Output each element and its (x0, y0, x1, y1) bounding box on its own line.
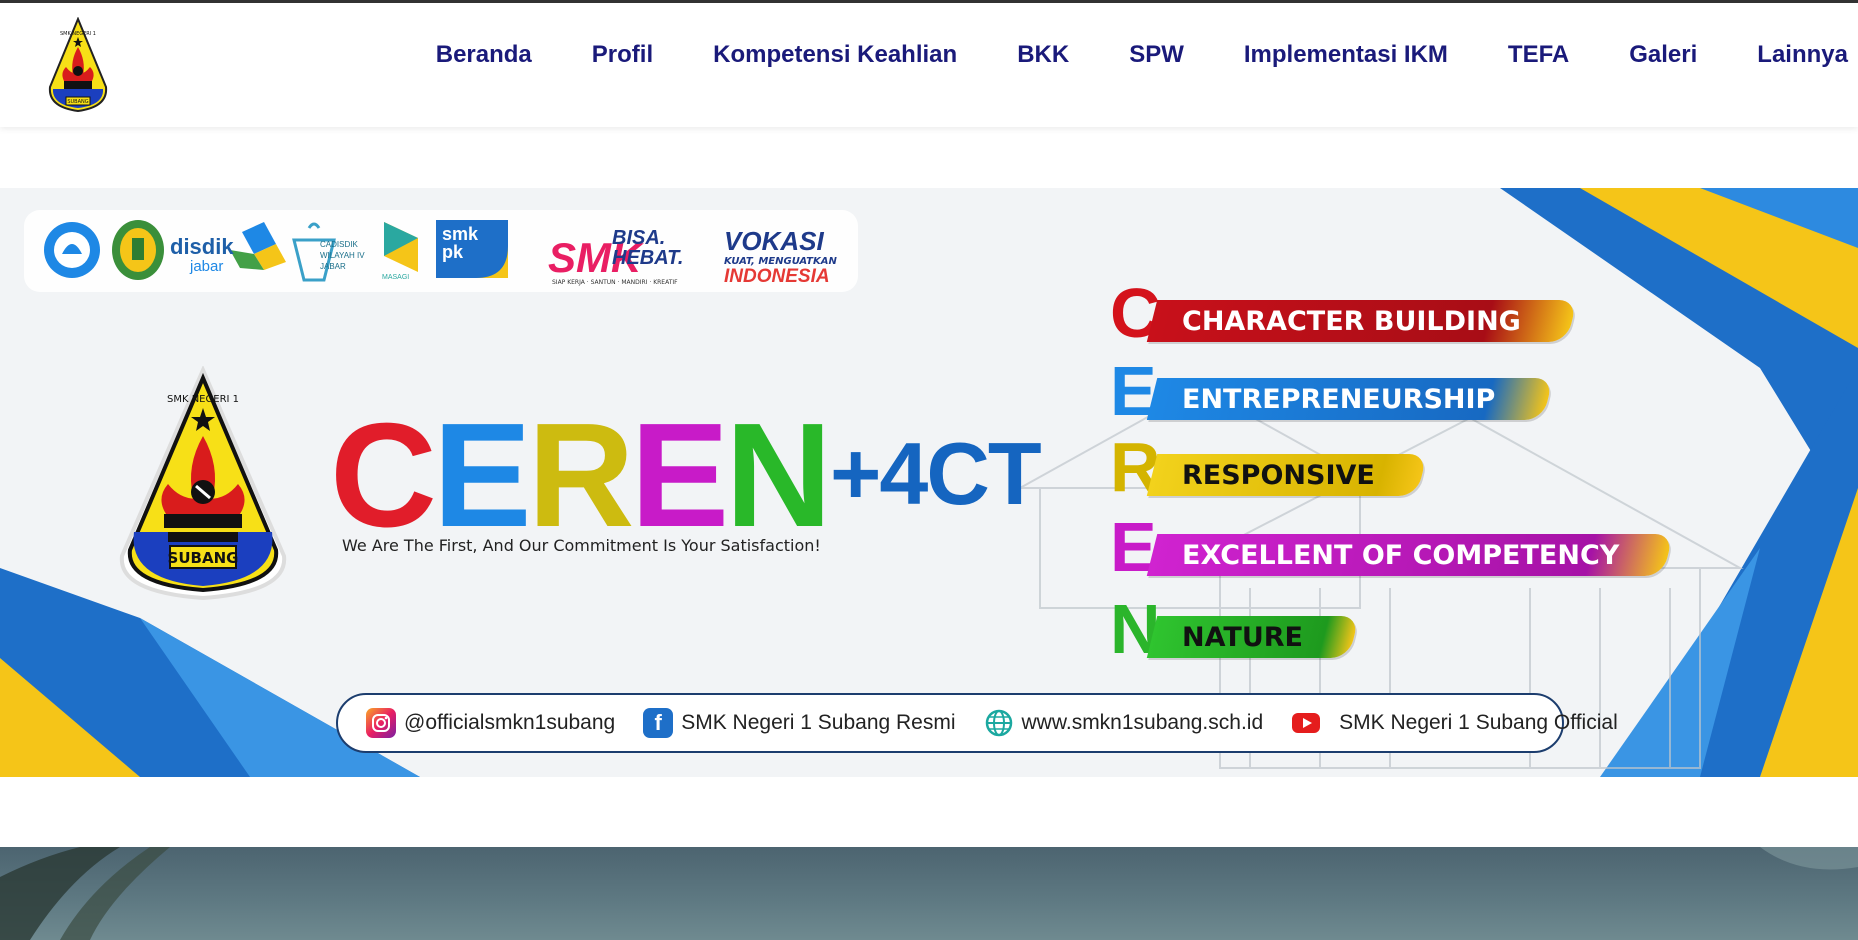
youtube-icon (1291, 708, 1321, 738)
ceren-letter-e1: E (432, 393, 532, 558)
nav-bkk[interactable]: BKK (1017, 41, 1069, 69)
nav-kompetensi-keahlian[interactable]: Kompetensi Keahlian (713, 41, 957, 69)
website-url: www.smkn1subang.sch.id (1021, 711, 1264, 734)
facebook-icon: f (643, 708, 674, 738)
bisa-hebat-sub-text: SIAP KERJA · SANTUN · MANDIRI · KREATIF (552, 279, 678, 286)
ceren-letter-n: N (725, 393, 832, 558)
value-label-excellent-of-competency: EXCELLENT OF COMPETENCY (1182, 540, 1620, 571)
social-instagram[interactable]: @officialsmkn1subang (366, 708, 615, 738)
nav-beranda[interactable]: Beranda (436, 41, 532, 69)
ceren-letter-r: R (527, 393, 635, 558)
photo-background (0, 847, 1858, 940)
youtube-channel: SMK Negeri 1 Subang Official (1339, 711, 1618, 734)
disdik-text: disdik (170, 234, 234, 259)
value-label-character-building: CHARACTER BUILDING (1182, 306, 1521, 337)
navbar: SUBANG SMK NEGERI 1 Beranda Profil Kompe… (0, 3, 1858, 127)
cadisdik-wilayah-text: WILAYAH IV (320, 251, 365, 260)
indonesia-text: INDONESIA (724, 266, 830, 287)
partner-logos: SMK BISA. HEBAT. SIAP KERJA · SANTUN · M… (24, 210, 858, 292)
facebook-name: SMK Negeri 1 Subang Resmi (681, 711, 956, 734)
jabar-text: jabar (190, 258, 224, 275)
main-nav: Beranda Profil Kompetensi Keahlian BKK S… (436, 41, 1848, 69)
logo-small-top-text: SMK NEGERI 1 (60, 31, 96, 37)
hero-banner[interactable]: SMK BISA. HEBAT. SIAP KERJA · SANTUN · M… (0, 188, 1858, 777)
vokasi-text: VOKASI (724, 226, 824, 256)
social-bar: @officialsmkn1subang f SMK Negeri 1 Suba… (336, 693, 1618, 753)
value-label-nature: NATURE (1182, 622, 1303, 653)
hero-photo-section (0, 847, 1858, 940)
globe-icon (984, 708, 1014, 738)
cadisdik-jabar-text: JABAR (320, 262, 346, 271)
ceren-letter-c: C (330, 393, 437, 558)
nav-lainnya[interactable]: Lainnya (1757, 41, 1848, 69)
social-website[interactable]: www.smkn1subang.sch.id (984, 708, 1264, 738)
social-youtube[interactable]: SMK Negeri 1 Subang Official (1291, 708, 1618, 738)
hebat-text: HEBAT. (612, 247, 683, 269)
tagline: We Are The First, And Our Commitment Is … (342, 536, 821, 555)
cadisdik-text: CADISDIK (320, 240, 358, 249)
nav-spw[interactable]: SPW (1129, 41, 1184, 69)
social-facebook[interactable]: f SMK Negeri 1 Subang Resmi (643, 708, 956, 738)
bisa-text: BISA. (612, 227, 665, 249)
value-label-entrepreneurship: ENTREPRENEURSHIP (1182, 384, 1496, 415)
ceren-title: C E R E N (330, 402, 832, 550)
nav-implementasi-ikm[interactable]: Implementasi IKM (1244, 41, 1448, 69)
smkpk-pk-text: pk (442, 242, 464, 262)
logo-large-bottom-text: SUBANG (168, 549, 239, 567)
school-logo-large: SMK NEGERI 1 SUBANG (108, 364, 298, 602)
nav-tefa[interactable]: TEFA (1508, 41, 1569, 69)
nav-galeri[interactable]: Galeri (1629, 41, 1697, 69)
ceren-plus-4ct: +4CT (830, 424, 1042, 523)
logo-large-top-text: SMK NEGERI 1 (167, 394, 239, 405)
instagram-icon (366, 708, 396, 738)
masagi-text: MASAGI (382, 274, 410, 281)
school-logo-small[interactable]: SUBANG SMK NEGERI 1 (40, 16, 116, 115)
value-label-responsive: RESPONSIVE (1182, 460, 1375, 491)
ceren-letter-e2: E (630, 393, 730, 558)
logo-small-bottom-text: SUBANG (67, 99, 88, 105)
instagram-handle: @officialsmkn1subang (404, 711, 616, 734)
nav-profil[interactable]: Profil (592, 41, 653, 69)
